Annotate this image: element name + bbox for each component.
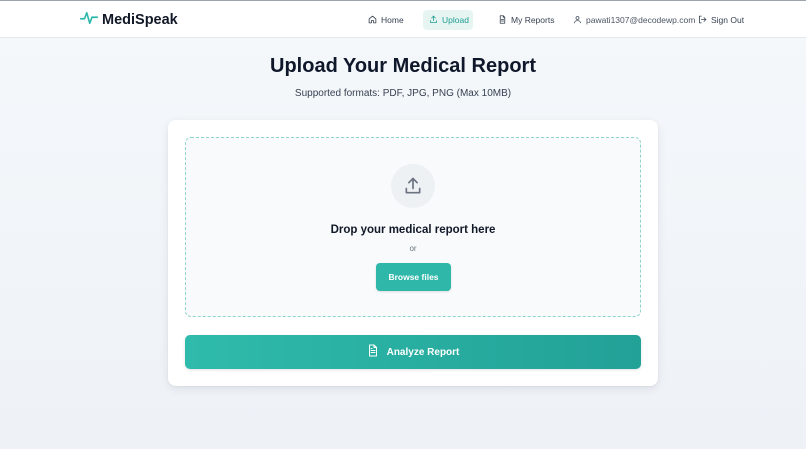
- page-title: Upload Your Medical Report: [270, 55, 536, 77]
- user-email: pawati1307@decodewp.com: [586, 15, 696, 25]
- user-icon: [573, 15, 582, 26]
- file-dropzone[interactable]: Drop your medical report here or Browse …: [185, 137, 641, 317]
- brand-name: MediSpeak: [102, 12, 178, 28]
- nav-home[interactable]: Home: [362, 10, 410, 30]
- analyze-report-button[interactable]: Analyze Report: [185, 335, 641, 369]
- sign-out-icon: [698, 15, 707, 26]
- nav-my-reports[interactable]: My Reports: [492, 10, 560, 30]
- upload-arrow-icon: [391, 164, 435, 208]
- sign-out-label: Sign Out: [711, 15, 745, 25]
- analyze-report-label: Analyze Report: [386, 346, 460, 358]
- pulse-icon: [79, 10, 99, 30]
- nav-home-label: Home: [381, 15, 404, 25]
- browse-files-button[interactable]: Browse files: [376, 263, 451, 291]
- nav-upload-label: Upload: [442, 15, 469, 25]
- sign-out-button[interactable]: Sign Out: [692, 10, 750, 30]
- upload-card: Drop your medical report here or Browse …: [168, 120, 658, 386]
- page-subtitle: Supported formats: PDF, JPG, PNG (Max 10…: [294, 88, 512, 99]
- nav-my-reports-label: My Reports: [511, 15, 555, 25]
- file-text-icon: [367, 344, 379, 360]
- home-icon: [368, 15, 377, 26]
- upload-icon: [429, 15, 438, 26]
- dropzone-title: Drop your medical report here: [330, 224, 496, 236]
- dropzone-or-text: or: [409, 244, 417, 253]
- brand-logo[interactable]: MediSpeak: [79, 10, 178, 30]
- document-icon: [498, 14, 507, 26]
- nav-upload[interactable]: Upload: [423, 10, 473, 30]
- navbar: MediSpeak Home Upload My Reports pawati1…: [0, 1, 806, 38]
- user-account[interactable]: pawati1307@decodewp.com: [567, 10, 701, 30]
